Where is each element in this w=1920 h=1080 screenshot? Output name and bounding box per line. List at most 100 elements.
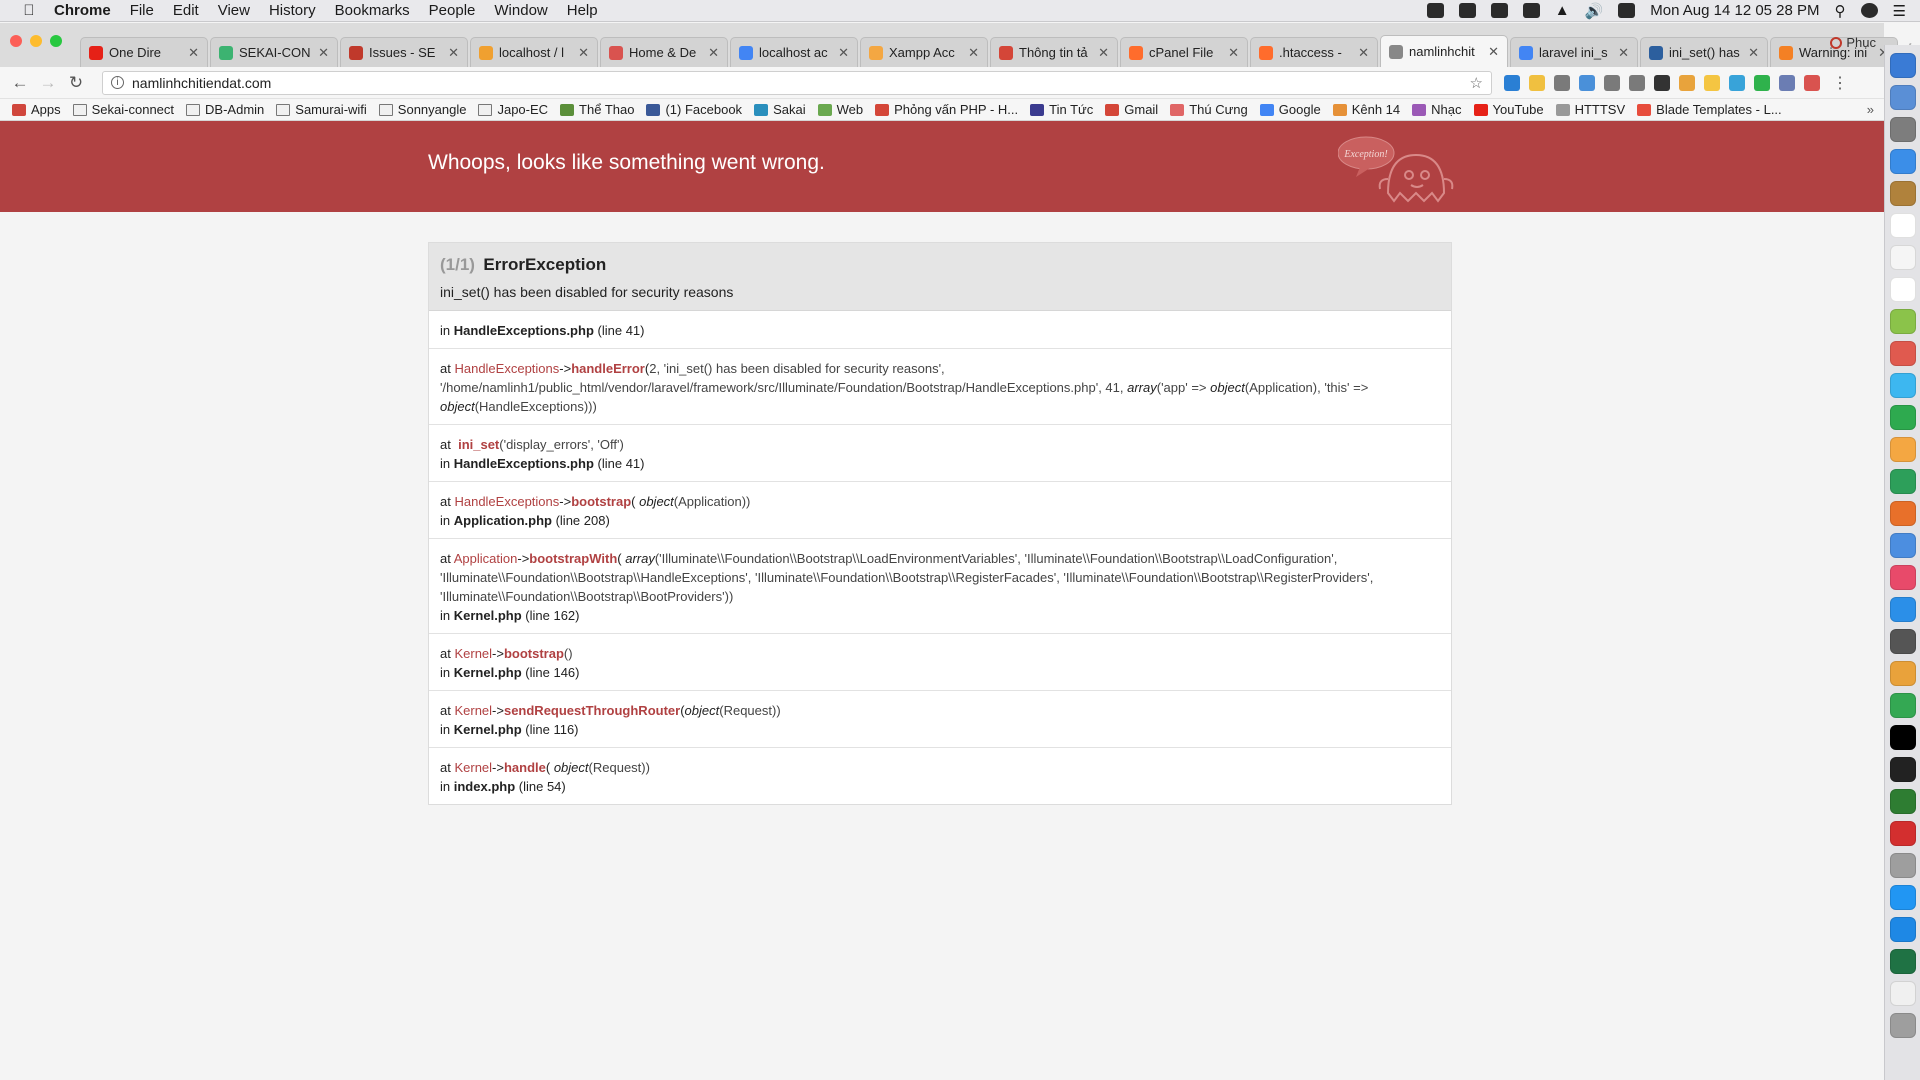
bookmark-item[interactable]: HTTTSV <box>1555 102 1625 117</box>
dock-app-icon[interactable] <box>1889 309 1916 334</box>
tab-close-icon[interactable]: ✕ <box>448 45 459 61</box>
bookmark-item[interactable]: YouTube <box>1473 102 1544 117</box>
tab-close-icon[interactable]: ✕ <box>708 45 719 61</box>
bookmark-item[interactable]: Sonnyangle <box>378 102 466 117</box>
extension-icon[interactable] <box>1604 74 1620 91</box>
menu-view[interactable]: View <box>218 2 250 19</box>
dock-app-icon[interactable] <box>1889 213 1916 238</box>
extension-icon[interactable] <box>1654 74 1670 91</box>
dock-app-icon[interactable] <box>1889 469 1916 494</box>
spotlight-app-icon[interactable] <box>1458 3 1476 18</box>
dock-app-icon[interactable] <box>1889 981 1916 1006</box>
browser-tab[interactable]: namlinhchit ✕ <box>1380 35 1508 67</box>
dock-app-icon[interactable] <box>1889 437 1916 462</box>
bookmark-item[interactable]: Google <box>1259 102 1321 117</box>
menu-app-name[interactable]: Chrome <box>54 2 111 19</box>
bookmark-item[interactable]: Thú Cưng <box>1170 102 1248 117</box>
dock-app-icon[interactable] <box>1889 1013 1916 1038</box>
bookmark-item[interactable]: Nhạc <box>1412 102 1462 117</box>
nvidia-icon[interactable] <box>1426 3 1444 18</box>
dock-app-icon[interactable] <box>1889 149 1916 174</box>
bookmark-item[interactable]: Thể Thao <box>560 102 634 117</box>
extension-icon[interactable] <box>1529 74 1545 91</box>
address-bar-url[interactable]: namlinhchitiendat.com <box>132 75 1470 91</box>
browser-tab[interactable]: One Dire ✕ <box>80 37 208 67</box>
zoom-window-button[interactable] <box>50 35 62 47</box>
dock-app-icon[interactable] <box>1889 885 1916 910</box>
address-bar[interactable]: i namlinhchitiendat.com ☆ <box>102 70 1492 95</box>
extension-icon[interactable] <box>1679 74 1695 91</box>
bookmark-item[interactable]: (1) Facebook <box>646 102 742 117</box>
menubar-clock[interactable]: Mon Aug 14 12 05 28 PM <box>1650 2 1819 19</box>
bookmark-item[interactable]: Sekai-connect <box>72 102 174 117</box>
back-button[interactable]: ← <box>8 71 32 95</box>
dock-app-icon[interactable] <box>1889 405 1916 430</box>
dock-app-icon[interactable] <box>1889 85 1916 110</box>
tab-close-icon[interactable]: ✕ <box>318 45 329 61</box>
dock-app-icon[interactable] <box>1889 821 1916 846</box>
tab-close-icon[interactable]: ✕ <box>1748 45 1759 61</box>
bookmark-item[interactable]: DB-Admin <box>186 102 264 117</box>
menu-edit[interactable]: Edit <box>173 2 199 19</box>
minimize-window-button[interactable] <box>30 35 42 47</box>
extension-icon[interactable] <box>1579 74 1595 91</box>
dock-app-icon[interactable] <box>1889 661 1916 686</box>
browser-tab[interactable]: cPanel File ✕ <box>1120 37 1248 67</box>
profile-button[interactable]: Phuc <box>1830 35 1876 50</box>
dock-app-icon[interactable] <box>1889 757 1916 782</box>
tab-close-icon[interactable]: ✕ <box>1358 45 1369 61</box>
siri-icon[interactable] <box>1860 3 1878 18</box>
volume-icon[interactable]: 🔊 <box>1585 2 1604 20</box>
dock-app-icon[interactable] <box>1889 629 1916 654</box>
wifi-icon[interactable]: ▲ <box>1555 2 1570 19</box>
browser-tab[interactable]: localhost ac ✕ <box>730 37 858 67</box>
dock-app-icon[interactable] <box>1889 597 1916 622</box>
reload-button[interactable]: ↻ <box>64 71 88 95</box>
dock-app-icon[interactable] <box>1889 373 1916 398</box>
extension-icon[interactable] <box>1754 74 1770 91</box>
keyboard-icon[interactable] <box>1490 3 1508 18</box>
chrome-menu-icon[interactable]: ⋮ <box>1832 73 1848 93</box>
extension-icon[interactable] <box>1629 74 1645 91</box>
bookmark-item[interactable]: Tin Tức <box>1030 102 1093 117</box>
dock-app-icon[interactable] <box>1889 725 1916 750</box>
dock-app-icon[interactable] <box>1889 853 1916 878</box>
bookmark-item[interactable]: Sakai <box>754 102 806 117</box>
extension-icon[interactable] <box>1504 74 1520 91</box>
browser-tab[interactable]: laravel ini_s ✕ <box>1510 37 1638 67</box>
more-bookmarks-icon[interactable]: » <box>1867 102 1874 117</box>
dock-app-icon[interactable] <box>1889 501 1916 526</box>
menu-people[interactable]: People <box>429 2 476 19</box>
extension-icon[interactable] <box>1804 74 1820 91</box>
tab-close-icon[interactable]: ✕ <box>1228 45 1239 61</box>
tab-close-icon[interactable]: ✕ <box>1098 45 1109 61</box>
dock-app-icon[interactable] <box>1889 277 1916 302</box>
dock-app-icon[interactable] <box>1889 533 1916 558</box>
dock-app-icon[interactable] <box>1889 949 1916 974</box>
bookmark-item[interactable]: Blade Templates - L... <box>1637 102 1782 117</box>
extension-icon[interactable] <box>1554 74 1570 91</box>
menu-bookmarks[interactable]: Bookmarks <box>335 2 410 19</box>
bookmark-star-icon[interactable]: ☆ <box>1470 74 1483 92</box>
site-info-icon[interactable]: i <box>111 76 124 89</box>
tab-close-icon[interactable]: ✕ <box>188 45 199 61</box>
dock-app-icon[interactable] <box>1889 789 1916 814</box>
bookmark-item[interactable]: Samurai-wifi <box>276 102 367 117</box>
menu-history[interactable]: History <box>269 2 316 19</box>
menu-help[interactable]: Help <box>567 2 598 19</box>
tab-close-icon[interactable]: ✕ <box>838 45 849 61</box>
tab-close-icon[interactable]: ✕ <box>578 45 589 61</box>
menu-file[interactable]: File <box>130 2 154 19</box>
apple-menu-icon[interactable]:  <box>18 2 40 19</box>
bookmark-item[interactable]: Phỏng vấn PHP - H... <box>875 102 1018 117</box>
spotlight-search-icon[interactable]: ⚲ <box>1835 2 1846 20</box>
extension-icon[interactable] <box>1729 74 1745 91</box>
dock-app-icon[interactable] <box>1889 245 1916 270</box>
browser-tab[interactable]: .htaccess - ✕ <box>1250 37 1378 67</box>
browser-tab[interactable]: Thông tin tả ✕ <box>990 37 1118 67</box>
extension-icon[interactable] <box>1704 74 1720 91</box>
browser-tab[interactable]: Home & De ✕ <box>600 37 728 67</box>
dock-app-icon[interactable] <box>1889 693 1916 718</box>
bookmark-item[interactable]: Apps <box>12 102 61 117</box>
browser-tab[interactable]: Issues - SE ✕ <box>340 37 468 67</box>
